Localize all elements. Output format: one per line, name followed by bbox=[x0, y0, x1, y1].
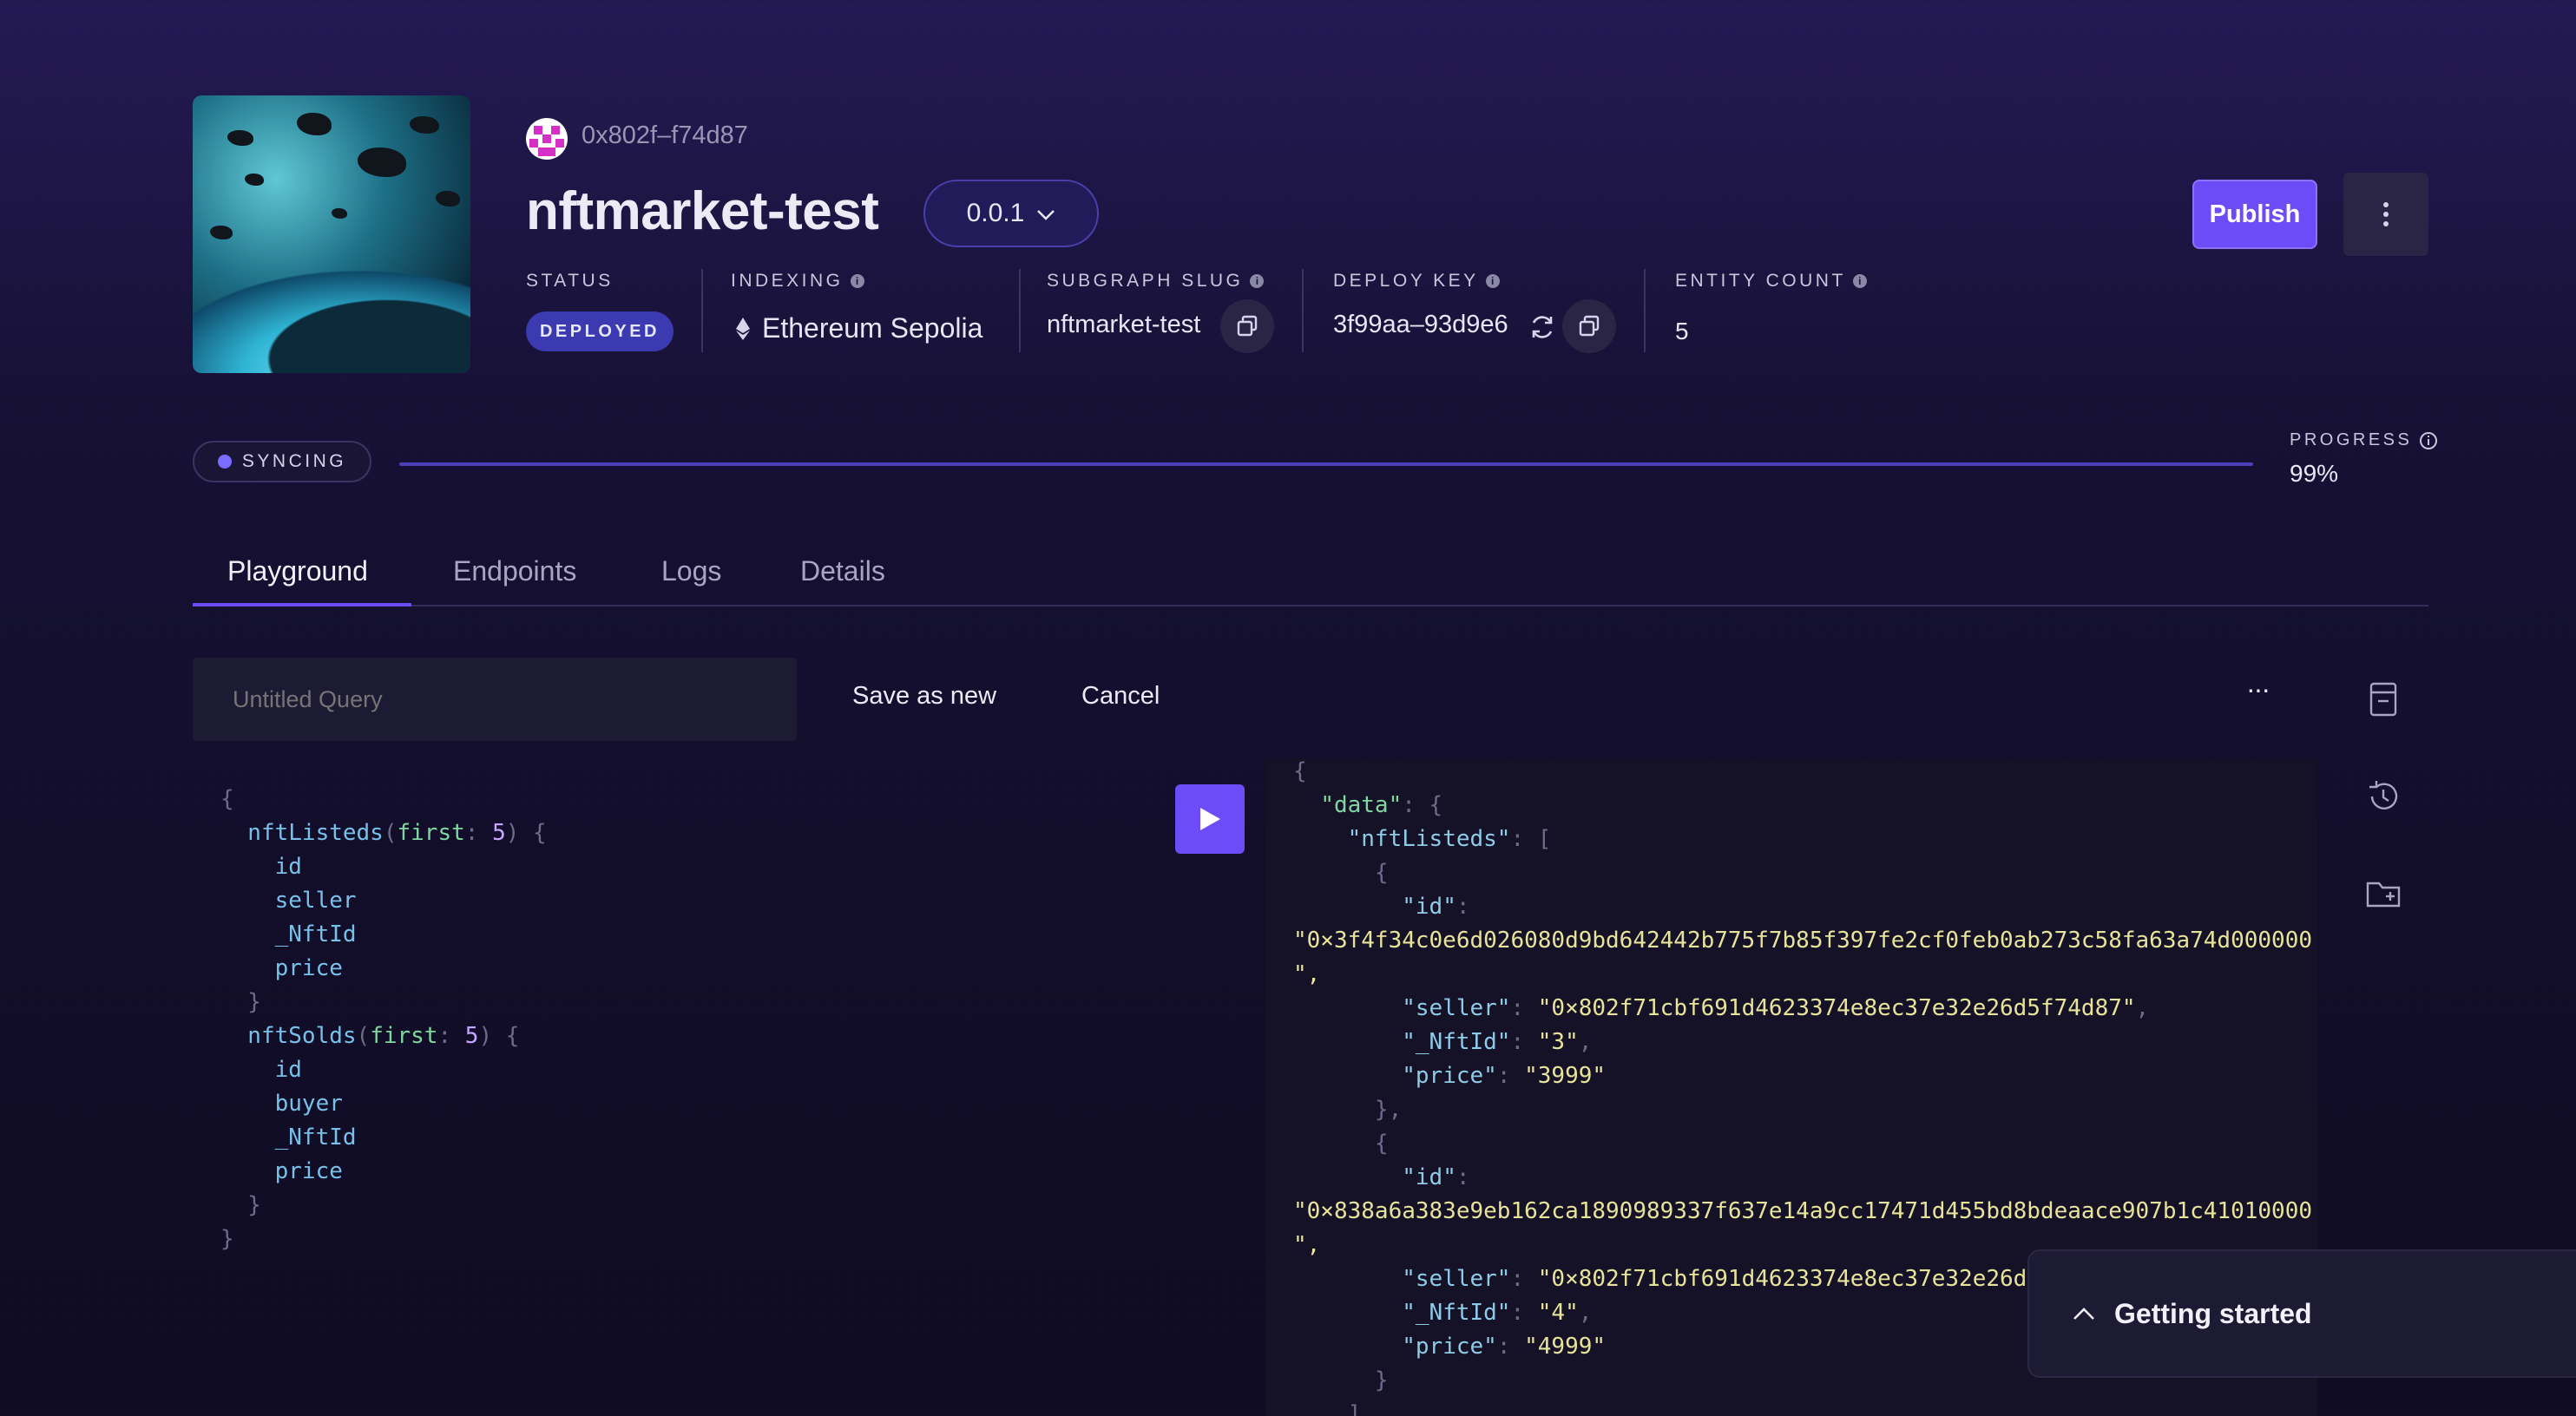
json-line: ", bbox=[1293, 961, 1321, 987]
tab-endpoints[interactable]: Endpoints bbox=[453, 555, 576, 587]
bookmark-icon bbox=[2369, 682, 2397, 717]
slug-label: SUBGRAPH SLUG i bbox=[1047, 271, 1265, 292]
code-line: id bbox=[220, 1057, 302, 1083]
page-title: nftmarket-test bbox=[526, 181, 879, 241]
query-name-input[interactable] bbox=[193, 658, 797, 741]
add-folder-button[interactable] bbox=[2364, 875, 2402, 913]
json-line: { bbox=[1293, 1131, 1389, 1157]
code-line: buyer bbox=[220, 1091, 343, 1117]
code-line: price bbox=[220, 1158, 343, 1184]
sync-dot-icon bbox=[217, 455, 232, 469]
version-label: 0.0.1 bbox=[966, 199, 1025, 227]
json-line: "0×3f4f34c0e6d026080d9bd642442b775f7b85f… bbox=[1293, 928, 2312, 954]
info-icon[interactable]: i bbox=[1485, 274, 1500, 288]
entity-count: 5 bbox=[1675, 318, 1689, 344]
query-editor[interactable]: { nftListeds(first: 5) { id seller _NftI… bbox=[220, 783, 547, 1256]
tab-playground[interactable]: Playground bbox=[227, 555, 368, 587]
active-tab-indicator bbox=[193, 603, 411, 606]
ethereum-icon bbox=[736, 317, 750, 340]
json-line: ] bbox=[1293, 1401, 1362, 1416]
json-line: "id": bbox=[1402, 1164, 1470, 1190]
code-line: } bbox=[220, 1192, 261, 1218]
code-line: } bbox=[220, 1226, 234, 1252]
code-line: seller bbox=[220, 888, 357, 914]
refresh-icon bbox=[1532, 316, 1553, 338]
chevron-down-icon bbox=[1036, 199, 1055, 228]
deploy-key: 3f99aa–93d9e6 bbox=[1333, 311, 1508, 338]
sync-progress-bar bbox=[399, 462, 2253, 466]
indexing-label: INDEXING i bbox=[731, 271, 864, 292]
indexing-network: Ethereum Sepolia bbox=[736, 312, 982, 344]
tab-details[interactable]: Details bbox=[800, 555, 885, 587]
progress-label: PROGRESS bbox=[2290, 430, 2438, 450]
info-circle-icon[interactable] bbox=[2419, 431, 2438, 450]
json-line: "price": "3999" bbox=[1402, 1063, 1607, 1089]
status-badge: DEPLOYED bbox=[526, 311, 674, 351]
subgraph-thumbnail bbox=[193, 95, 470, 373]
cancel-button[interactable]: Cancel bbox=[1081, 682, 1160, 711]
tabs-divider bbox=[193, 605, 2428, 606]
info-icon[interactable]: i bbox=[1250, 274, 1265, 288]
json-line: } bbox=[1293, 1367, 1389, 1393]
folder-add-icon bbox=[2366, 882, 2401, 908]
play-icon bbox=[1200, 808, 1220, 830]
history-button[interactable] bbox=[2364, 777, 2402, 816]
code-line: price bbox=[220, 955, 343, 981]
stat-divider bbox=[701, 269, 703, 352]
sync-status-badge: SYNCING bbox=[193, 441, 371, 482]
json-line: { bbox=[1293, 860, 1389, 886]
json-line: "_NftId": "3", bbox=[1402, 1029, 1593, 1055]
json-line: { bbox=[1293, 758, 1307, 784]
code-line: _NftId bbox=[220, 1124, 357, 1150]
owner-address[interactable]: 0x802f–f74d87 bbox=[582, 121, 748, 150]
copy-icon bbox=[1579, 315, 1600, 337]
version-selector[interactable]: 0.0.1 bbox=[923, 180, 1099, 247]
history-icon bbox=[2369, 781, 2398, 810]
json-line: "nftListeds": [ bbox=[1347, 826, 1552, 852]
json-line: "price": "4999" bbox=[1402, 1334, 1607, 1360]
json-line: "seller": "0×802f71cbf691d4623374e8ec37e… bbox=[1402, 1266, 2149, 1292]
more-options-button[interactable] bbox=[2343, 173, 2428, 256]
info-icon[interactable]: i bbox=[1852, 274, 1867, 288]
code-line: { bbox=[220, 786, 234, 812]
deploy-key-label: DEPLOY KEY i bbox=[1333, 271, 1500, 292]
publish-button[interactable]: Publish bbox=[2192, 180, 2317, 249]
getting-started-panel[interactable]: Getting started bbox=[2027, 1249, 2576, 1378]
code-line: _NftId bbox=[220, 921, 357, 947]
info-icon[interactable]: i bbox=[850, 274, 864, 288]
stat-divider bbox=[1302, 269, 1304, 352]
json-line: "data": { bbox=[1320, 792, 1443, 818]
getting-started-label: Getting started bbox=[2114, 1297, 2312, 1329]
run-query-button[interactable] bbox=[1175, 784, 1245, 854]
json-line: ", bbox=[1293, 1232, 1321, 1258]
copy-icon bbox=[1237, 315, 1258, 337]
json-line: "id": bbox=[1402, 894, 1470, 920]
copy-slug-button[interactable] bbox=[1220, 299, 1274, 353]
progress-value: 99% bbox=[2290, 460, 2339, 487]
code-line: } bbox=[220, 989, 261, 1015]
subgraph-slug: nftmarket-test bbox=[1047, 311, 1201, 338]
copy-deploy-key-button[interactable] bbox=[1562, 299, 1616, 353]
kebab-icon bbox=[2383, 202, 2389, 226]
stat-divider bbox=[1019, 269, 1021, 352]
code-line: nftSolds(first: 5) { bbox=[220, 1023, 520, 1049]
stat-divider bbox=[1644, 269, 1646, 352]
code-line: id bbox=[220, 854, 302, 880]
code-line: nftListeds(first: 5) { bbox=[220, 820, 547, 846]
query-more-button[interactable]: ··· bbox=[2246, 673, 2270, 705]
status-label: STATUS bbox=[526, 271, 614, 291]
chevron-up-icon bbox=[2073, 1308, 2094, 1320]
json-line: }, bbox=[1293, 1097, 1403, 1123]
regenerate-key-button[interactable] bbox=[1528, 312, 1557, 342]
owner-avatar bbox=[526, 118, 568, 160]
saved-queries-button[interactable] bbox=[2364, 680, 2402, 718]
tab-logs[interactable]: Logs bbox=[661, 555, 721, 587]
save-as-new-button[interactable]: Save as new bbox=[852, 682, 996, 711]
json-line: "seller": "0×802f71cbf691d4623374e8ec37e… bbox=[1402, 995, 2150, 1021]
json-line: "0×838a6a383e9eb162ca1890989337f637e14a9… bbox=[1293, 1198, 2312, 1224]
json-line: "_NftId": "4", bbox=[1402, 1300, 1593, 1326]
entity-count-label: ENTITY COUNT i bbox=[1675, 271, 1867, 292]
